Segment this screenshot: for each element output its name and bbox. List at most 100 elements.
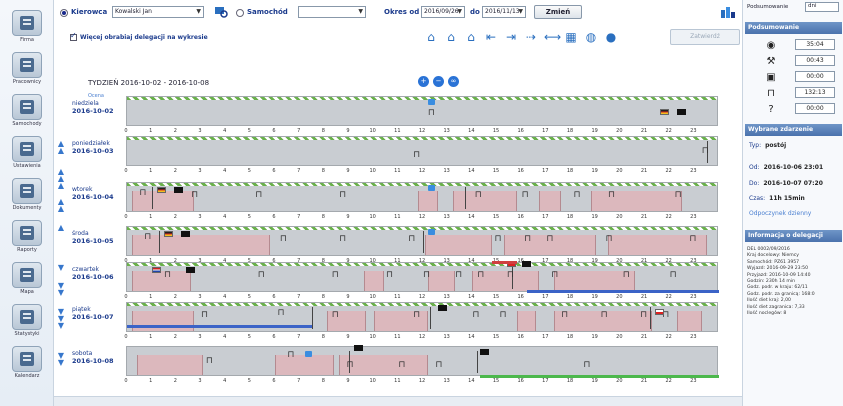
bed-icon[interactable]: ⊓ bbox=[347, 361, 354, 370]
step-icon[interactable]: ⇢ bbox=[524, 30, 538, 44]
bed-icon[interactable]: ⊓ bbox=[583, 361, 590, 370]
nav-item-8[interactable]: Kalendarz bbox=[4, 344, 50, 386]
zoom-reset-icon[interactable]: ∞ bbox=[448, 76, 459, 87]
add-icon[interactable]: + bbox=[418, 76, 429, 87]
tachograph-card-icon[interactable] bbox=[479, 349, 489, 355]
bed-icon[interactable]: ⊓ bbox=[277, 309, 284, 318]
bed-icon[interactable]: ⊓ bbox=[139, 189, 146, 198]
tachograph-card-icon[interactable] bbox=[186, 267, 196, 273]
bed-icon[interactable]: ⊓ bbox=[413, 151, 420, 160]
rest-segment[interactable] bbox=[516, 311, 537, 331]
nav-item-0[interactable]: Firma bbox=[4, 8, 50, 50]
grid-icon[interactable]: ▦ bbox=[564, 30, 578, 44]
bed-icon[interactable]: ⊓ bbox=[339, 235, 346, 244]
day-date[interactable]: 2016-10-04 bbox=[72, 193, 126, 201]
jump-bottom-icon[interactable]: ▼ ▼ bbox=[56, 352, 66, 367]
rest-segment[interactable] bbox=[131, 271, 192, 291]
day-timeline-track[interactable]: ⊓ ⊓ bbox=[126, 136, 718, 166]
bed-icon[interactable]: ⊓ bbox=[524, 235, 531, 244]
rest-segment[interactable] bbox=[131, 235, 271, 255]
globe-icon[interactable]: ◍ bbox=[584, 30, 598, 44]
country-flag-icon[interactable] bbox=[659, 109, 669, 115]
date-to-field[interactable]: 2016/11/13 ▼ bbox=[482, 6, 526, 18]
tachograph-card-icon[interactable] bbox=[677, 109, 687, 115]
tachograph-card-icon[interactable] bbox=[521, 261, 531, 267]
day-timeline-track[interactable]: ⊓ ⊓ ⊓ ⊓ ⊓ ⊓ ⊓ ⊓ ⊓ ⊓ ⊓ bbox=[126, 261, 719, 293]
day-date[interactable]: 2016-10-02 bbox=[72, 107, 126, 115]
bed-icon[interactable]: ⊓ bbox=[280, 235, 287, 244]
rest-segment[interactable] bbox=[363, 271, 384, 291]
bed-icon[interactable]: ⊓ bbox=[507, 271, 514, 280]
rest-segment[interactable] bbox=[275, 355, 335, 375]
rest-segment[interactable] bbox=[452, 191, 517, 211]
step-down-icon[interactable]: ▼ bbox=[56, 264, 66, 272]
pin-icon[interactable]: ● bbox=[604, 30, 618, 44]
day-date[interactable]: 2016-10-06 bbox=[72, 273, 126, 281]
country-flag-icon[interactable] bbox=[156, 187, 166, 193]
bed-icon[interactable]: ⊓ bbox=[640, 311, 647, 320]
driver-select[interactable]: Kowalski Jan ▼ bbox=[112, 6, 204, 18]
rest-segment[interactable] bbox=[590, 191, 682, 211]
home-alt-icon[interactable]: ⌂ bbox=[444, 30, 458, 44]
bed-icon[interactable]: ⊓ bbox=[386, 271, 393, 280]
vehicle-radio[interactable] bbox=[236, 9, 244, 17]
info-marker-icon[interactable] bbox=[427, 185, 435, 191]
bed-icon[interactable]: ⊓ bbox=[258, 271, 265, 280]
date-from-field[interactable]: 2016/09/26 ▼ bbox=[421, 6, 465, 18]
day-date[interactable]: 2016-10-08 bbox=[72, 357, 126, 365]
show-delegations-checkbox[interactable] bbox=[70, 31, 77, 41]
bed-icon[interactable]: ⊓ bbox=[499, 311, 506, 320]
step-up-icon[interactable]: ▲ bbox=[56, 224, 66, 232]
nav-item-2[interactable]: Samochody bbox=[4, 92, 50, 134]
bed-icon[interactable]: ⊓ bbox=[413, 311, 420, 320]
bed-icon[interactable]: ⊓ bbox=[495, 235, 502, 244]
home-outline-icon[interactable]: ⌂ bbox=[464, 30, 478, 44]
nav-item-4[interactable]: Dokumenty bbox=[4, 176, 50, 218]
bed-icon[interactable]: ⊓ bbox=[201, 311, 208, 320]
bed-icon[interactable]: ⊓ bbox=[477, 271, 484, 280]
nav-item-6[interactable]: Mapa bbox=[4, 260, 50, 302]
home-icon[interactable]: ⌂ bbox=[424, 30, 438, 44]
rest-segment[interactable] bbox=[131, 311, 194, 331]
bed-icon[interactable]: ⊓ bbox=[455, 271, 462, 280]
country-flag-icon[interactable] bbox=[164, 231, 173, 237]
country-flag-icon[interactable] bbox=[151, 267, 161, 273]
bed-icon[interactable]: ⊓ bbox=[428, 109, 435, 118]
rest-segment[interactable] bbox=[418, 191, 438, 211]
tachograph-card-icon[interactable] bbox=[437, 305, 447, 311]
bed-icon[interactable]: ⊓ bbox=[191, 191, 198, 200]
rest-segment[interactable] bbox=[538, 191, 562, 211]
show-delegations-option[interactable]: Więcej obrabiaj delegacji na wykresie bbox=[70, 31, 208, 41]
bed-icon[interactable]: ⊓ bbox=[339, 191, 346, 200]
day-date[interactable]: 2016-10-03 bbox=[72, 147, 126, 155]
report-icon[interactable] bbox=[720, 5, 736, 19]
bed-icon[interactable]: ⊓ bbox=[435, 361, 442, 370]
info-marker-icon[interactable] bbox=[427, 99, 435, 105]
scroll-up-fast-icon[interactable]: ▲ ▲ ▲ bbox=[56, 168, 66, 190]
bed-icon[interactable]: ⊓ bbox=[601, 311, 608, 320]
bed-icon[interactable]: ⊓ bbox=[206, 357, 213, 366]
nav-item-3[interactable]: Ustawienia bbox=[4, 134, 50, 176]
bed-icon[interactable]: ⊓ bbox=[670, 271, 677, 280]
bed-icon[interactable]: ⊓ bbox=[561, 311, 568, 320]
bed-icon[interactable]: ⊓ bbox=[573, 191, 580, 200]
rest-segment[interactable] bbox=[677, 311, 702, 331]
country-flag-icon[interactable] bbox=[654, 309, 664, 315]
bed-icon[interactable]: ⊓ bbox=[408, 235, 415, 244]
tachograph-card-icon[interactable] bbox=[181, 231, 191, 237]
rest-segment[interactable] bbox=[136, 355, 204, 375]
shift-left-icon[interactable]: ⇤ bbox=[484, 30, 498, 44]
day-timeline-track[interactable]: ⊓ bbox=[126, 96, 718, 126]
bed-icon[interactable]: ⊓ bbox=[546, 235, 553, 244]
bed-icon[interactable]: ⊓ bbox=[551, 271, 558, 280]
bed-icon[interactable]: ⊓ bbox=[623, 271, 630, 280]
apply-button[interactable]: Zmień bbox=[534, 5, 582, 19]
bed-icon[interactable]: ⊓ bbox=[475, 191, 482, 200]
scroll-down-icon[interactable]: ▼ ▼ bbox=[56, 282, 66, 297]
bed-icon[interactable]: ⊓ bbox=[423, 271, 430, 280]
scroll-down-fast-icon[interactable]: ▼ ▼ ▼ bbox=[56, 308, 66, 330]
bed-icon[interactable]: ⊓ bbox=[702, 147, 709, 156]
bed-icon[interactable]: ⊓ bbox=[606, 235, 613, 244]
approve-button[interactable]: Zatwierdź bbox=[670, 29, 740, 45]
bed-icon[interactable]: ⊓ bbox=[675, 191, 682, 200]
